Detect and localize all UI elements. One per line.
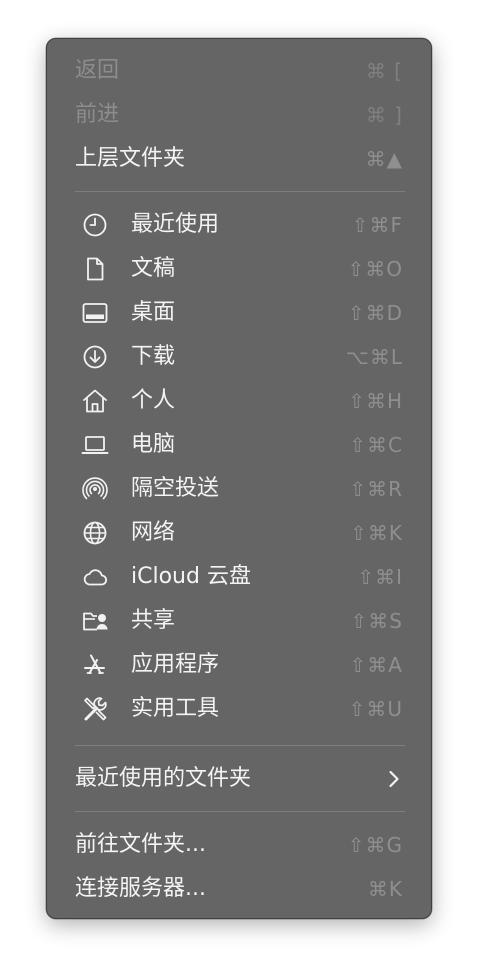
shortcut-label: ⇧⌘D [347,301,403,325]
shortcut-label: ⌘▲ [365,147,403,171]
shortcut-label: ⇧⌘K [350,521,403,545]
shortcut-label: ⇧⌘U [348,697,403,721]
chevron-right-icon [387,769,401,789]
menu-item-go-to-folder[interactable]: 前往文件夹... ⇧⌘G [47,823,431,867]
menu-item-label: 前往文件夹... [75,832,206,857]
menu-separator [75,191,405,192]
shortcut-label: ⇧⌘H [348,389,403,413]
menu-item-shared[interactable]: 共享 ⇧⌘S [47,599,431,643]
airdrop-icon [81,475,109,503]
menu-item-utilities[interactable]: 实用工具 ⇧⌘U [47,687,431,731]
go-menu: 返回 ⌘ [ 前进 ⌘ ] 上层文件夹 ⌘▲ 最近使用 ⇧⌘F 文稿 ⇧⌘O 桌… [46,38,432,919]
menu-item-label: 最近使用 [131,212,220,237]
menu-item-desktop[interactable]: 桌面 ⇧⌘D [47,291,431,335]
menu-item-label: 返回 [75,58,120,83]
menu-item-label: 上层文件夹 [75,146,186,171]
menu-item-connect-server[interactable]: 连接服务器... ⌘K [47,867,431,911]
menu-item-computer[interactable]: 电脑 ⇧⌘C [47,423,431,467]
menu-item-recents[interactable]: 最近使用 ⇧⌘F [47,203,431,247]
menu-item-label: 共享 [131,608,176,633]
desktop-icon [81,299,109,327]
menu-separator [75,745,405,746]
menu-item-back[interactable]: 返回 ⌘ [ [47,49,431,93]
document-icon [81,255,109,283]
globe-icon [81,519,109,547]
menu-item-icloud-drive[interactable]: iCloud 云盘 ⇧⌘I [47,555,431,599]
menu-item-label: 电脑 [131,432,176,457]
menu-separator [75,811,405,812]
applications-icon [81,651,109,679]
shared-folder-icon [81,607,109,635]
menu-item-downloads[interactable]: 下载 ⌥⌘L [47,335,431,379]
menu-item-forward[interactable]: 前进 ⌘ ] [47,93,431,137]
shortcut-label: ⇧⌘G [347,833,403,857]
shortcut-label: ⇧⌘S [350,609,403,633]
menu-item-label: 前进 [75,102,120,127]
shortcut-label: ⇧⌘R [349,477,403,501]
menu-item-documents[interactable]: 文稿 ⇧⌘O [47,247,431,291]
menu-item-recent-folders[interactable]: 最近使用的文件夹 [47,757,431,801]
menu-item-label: 连接服务器... [75,876,206,901]
menu-item-label: 网络 [131,520,176,545]
menu-item-applications[interactable]: 应用程序 ⇧⌘A [47,643,431,687]
menu-item-airdrop[interactable]: 隔空投送 ⇧⌘R [47,467,431,511]
menu-item-label: 个人 [131,388,176,413]
shortcut-label: ⇧⌘F [351,213,403,237]
shortcut-label: ⌘ [ [365,59,403,83]
clock-icon [81,211,109,239]
shortcut-label: ⌘ ] [365,103,403,127]
menu-item-label: 最近使用的文件夹 [75,766,252,791]
menu-item-label: 文稿 [131,256,176,281]
menu-item-network[interactable]: 网络 ⇧⌘K [47,511,431,555]
utilities-icon [81,695,109,723]
menu-item-label: 桌面 [131,300,176,325]
home-icon [81,387,109,415]
menu-item-label: 应用程序 [131,652,220,677]
menu-item-home[interactable]: 个人 ⇧⌘H [47,379,431,423]
laptop-icon [81,431,109,459]
shortcut-label: ⌘K [367,877,403,901]
download-icon [81,343,109,371]
menu-item-label: 隔空投送 [131,476,220,501]
shortcut-label: ⇧⌘A [349,653,403,677]
menu-item-label: 实用工具 [131,696,220,721]
cloud-icon [81,563,109,591]
shortcut-label: ⇧⌘C [349,433,403,457]
menu-item-label: iCloud 云盘 [131,564,251,589]
shortcut-label: ⇧⌘O [347,257,403,281]
menu-item-label: 下载 [131,344,176,369]
menu-item-enclosing-folder[interactable]: 上层文件夹 ⌘▲ [47,137,431,181]
shortcut-label: ⌥⌘L [345,345,403,369]
shortcut-label: ⇧⌘I [357,565,403,589]
